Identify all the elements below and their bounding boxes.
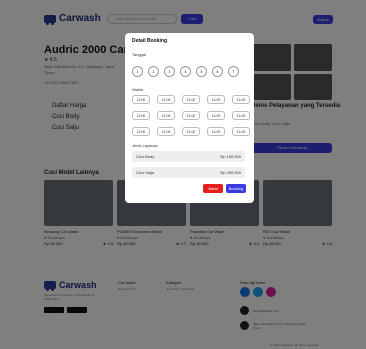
cancel-button[interactable]: Batal — [203, 184, 223, 193]
time-slot[interactable]: 13.00 — [207, 95, 225, 104]
time-slot[interactable]: 13.00 — [207, 111, 225, 120]
time-label: Waktu — [132, 87, 144, 92]
time-slot[interactable]: 13.00 — [132, 127, 150, 136]
date-option[interactable]: 1 — [132, 66, 143, 77]
service-option[interactable]: Cuci Body Rp 150.000 — [132, 151, 245, 162]
date-option[interactable]: 7 — [228, 66, 239, 77]
date-option[interactable]: 6 — [212, 66, 223, 77]
service-price: Rp 250.000 — [220, 170, 241, 175]
time-slot[interactable]: 13.00 — [182, 127, 200, 136]
time-slot[interactable]: 13.00 — [232, 127, 250, 136]
time-slot[interactable]: 13.00 — [207, 127, 225, 136]
time-slot[interactable]: 13.00 — [182, 95, 200, 104]
booking-button[interactable]: Booking — [226, 184, 246, 193]
time-slot[interactable]: 13.00 — [132, 111, 150, 120]
date-picker: 1 2 3 4 5 6 7 — [132, 66, 239, 77]
date-option[interactable]: 5 — [196, 66, 207, 77]
service-name: Cuci Body — [136, 154, 155, 159]
modal-title: Detail Booking — [132, 38, 168, 44]
time-picker: 13.00 13.00 13.00 13.00 13.00 13.00 13.0… — [132, 95, 250, 136]
service-name: Cuci Salju — [136, 170, 155, 175]
service-option[interactable]: Cuci Salju Rp 250.000 — [132, 167, 245, 178]
date-option[interactable]: 4 — [180, 66, 191, 77]
time-slot[interactable]: 13.00 — [232, 111, 250, 120]
time-slot[interactable]: 13.00 — [157, 111, 175, 120]
time-slot[interactable]: 13.00 — [232, 95, 250, 104]
date-label: Tanggal — [132, 52, 147, 57]
time-slot[interactable]: 13.00 — [182, 111, 200, 120]
time-slot[interactable]: 13.00 — [157, 95, 175, 104]
date-option[interactable]: 2 — [148, 66, 159, 77]
time-slot[interactable]: 13.00 — [132, 95, 150, 104]
date-option[interactable]: 3 — [164, 66, 175, 77]
time-slot[interactable]: 13.00 — [157, 127, 175, 136]
service-price: Rp 150.000 — [220, 154, 241, 159]
service-label: Jenis Layanan — [132, 143, 158, 148]
booking-modal: Detail Booking Tanggal 1 2 3 4 5 6 7 Wak… — [125, 33, 254, 203]
